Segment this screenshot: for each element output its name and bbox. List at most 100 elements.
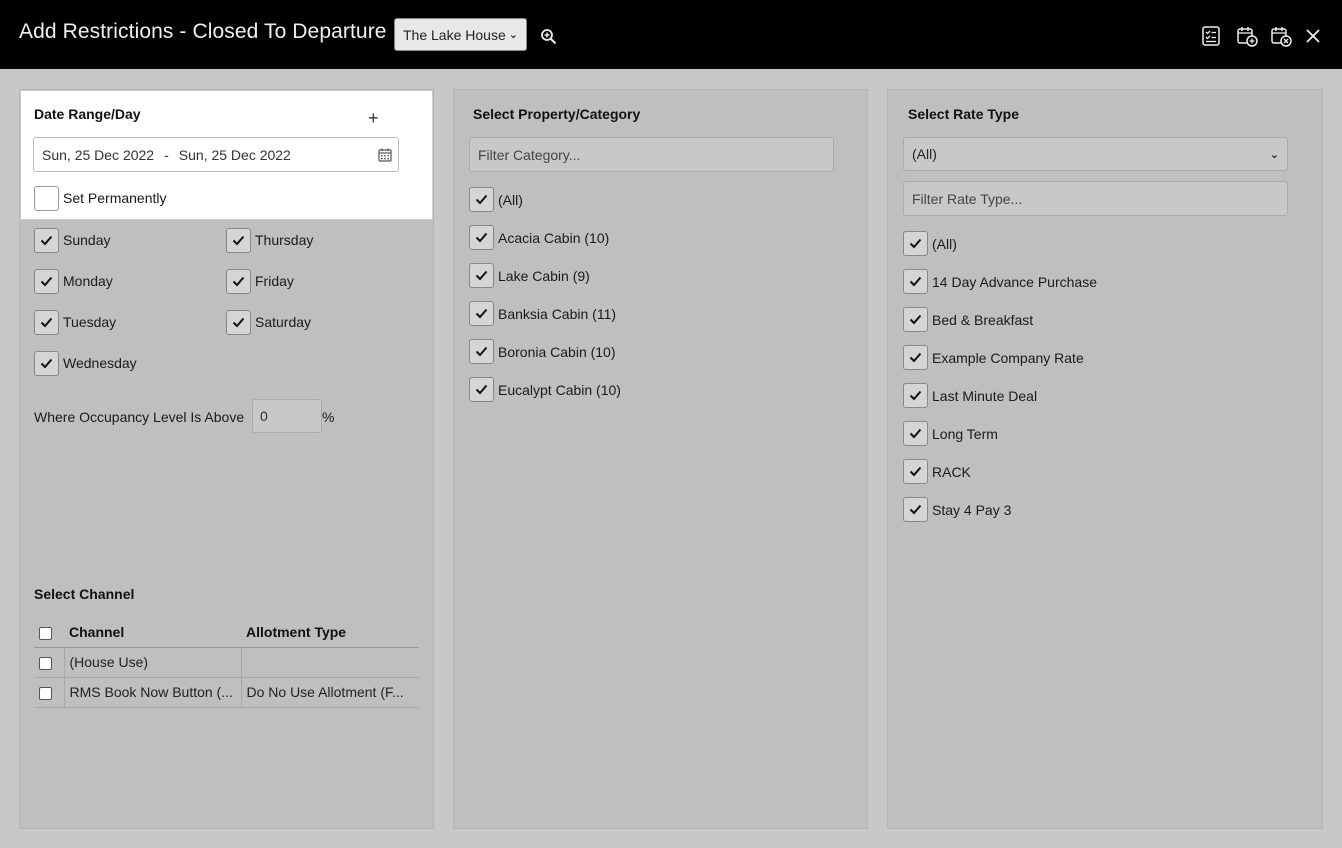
thursday-label: Thursday [255,232,314,248]
date-range-input[interactable]: Sun, 25 Dec 2022 - Sun, 25 Dec 2022 [33,137,399,172]
saturday-checkbox[interactable] [226,310,251,335]
category-label: Acacia Cabin (10) [498,230,610,246]
rate-checkbox[interactable] [903,307,928,332]
category-label: Lake Cabin (9) [498,268,590,284]
check-icon [909,314,922,325]
save-add-icon[interactable] [1236,25,1258,47]
select-all-checkbox[interactable] [39,626,52,640]
category-checkbox[interactable] [469,263,494,288]
rate-checkbox[interactable] [903,497,928,522]
rate-label: Bed & Breakfast [932,312,1034,328]
occupancy-label: Where Occupancy Level Is Above [34,409,245,425]
rate-type-heading: Select Rate Type [908,106,1020,122]
zoom-in-icon[interactable] [540,28,557,45]
rate-type-select[interactable]: (All) ⌄ [903,137,1288,171]
filter-category-input[interactable]: Filter Category... [469,137,834,172]
chevron-down-icon: ⌄ [1269,148,1279,161]
check-icon [909,466,922,477]
rate-checkbox[interactable] [903,269,928,294]
set-permanently-label: Set Permanently [63,190,167,206]
check-icon [475,270,488,281]
check-icon [40,235,53,246]
saturday-label: Saturday [255,314,312,330]
select-channel-heading: Select Channel [34,586,135,602]
rate-type-select-value: (All) [912,146,937,162]
check-icon [909,238,922,249]
check-icon [909,428,922,439]
allotment-cell: Do No Use Allotment (F... [240,677,419,708]
category-label: (All) [498,192,523,208]
save-close-icon[interactable] [1270,25,1292,47]
table-row[interactable]: (House Use) [34,647,419,678]
category-checkbox[interactable] [469,301,494,326]
friday-checkbox[interactable] [226,269,251,294]
category-checkbox[interactable] [469,377,494,402]
category-checkbox[interactable] [469,339,494,364]
check-icon [909,352,922,363]
tuesday-label: Tuesday [63,314,117,330]
check-icon [232,317,245,328]
friday-label: Friday [255,273,294,289]
calendar-icon[interactable] [377,147,393,163]
row-checkbox[interactable] [39,686,52,700]
category-label: Boronia Cabin (10) [498,344,616,360]
date-from: Sun, 25 Dec 2022 [42,146,155,163]
table-header-row: Channel Allotment Type [34,617,419,648]
date-to: Sun, 25 Dec 2022 [178,146,291,163]
checklist-icon[interactable] [1200,25,1222,47]
wednesday-checkbox[interactable] [34,351,59,376]
close-icon[interactable] [1302,25,1324,47]
column-channel[interactable]: Channel [64,617,241,648]
filter-rate-type-input[interactable]: Filter Rate Type... [903,181,1288,216]
category-checkbox[interactable] [469,225,494,250]
check-icon [475,232,488,243]
table-row[interactable]: RMS Book Now Button (... Do No Use Allot… [34,677,419,708]
category-label: Eucalypt Cabin (10) [498,382,621,398]
top-bar: Add Restrictions - Closed To Departure T… [0,0,1342,69]
wednesday-label: Wednesday [63,355,137,371]
check-icon [232,276,245,287]
rate-checkbox[interactable] [903,345,928,370]
rate-label: Stay 4 Pay 3 [932,502,1012,518]
sunday-checkbox[interactable] [34,228,59,253]
row-checkbox[interactable] [39,656,52,670]
rate-checkbox[interactable] [903,421,928,446]
check-icon [475,346,488,357]
occupancy-input[interactable]: 0 [252,399,322,433]
rate-label: Long Term [932,426,998,442]
property-select-value: The Lake House [403,26,506,43]
check-icon [232,235,245,246]
check-icon [40,276,53,287]
check-icon [475,194,488,205]
rate-checkbox[interactable] [903,459,928,484]
page-title: Add Restrictions - Closed To Departure [19,20,387,43]
channel-table: Channel Allotment Type (House Use) RMS B… [34,617,419,708]
rate-checkbox-all[interactable] [903,231,928,256]
allotment-cell [240,647,419,678]
rate-label: Example Company Rate [932,350,1084,366]
column-allotment-type[interactable]: Allotment Type [241,617,419,648]
date-range-heading: Date Range/Day [34,106,141,122]
rate-label: (All) [932,236,957,252]
channel-cell: RMS Book Now Button (... [63,677,241,708]
channel-cell: (House Use) [63,647,241,678]
thursday-checkbox[interactable] [226,228,251,253]
set-permanently-checkbox[interactable] [34,186,59,211]
tuesday-checkbox[interactable] [34,310,59,335]
category-label: Banksia Cabin (11) [498,306,617,322]
occupancy-unit: % [322,409,335,425]
monday-checkbox[interactable] [34,269,59,294]
check-icon [40,317,53,328]
check-icon [909,276,922,287]
rate-checkbox[interactable] [903,383,928,408]
category-checkbox-all[interactable] [469,187,494,212]
category-heading: Select Property/Category [473,106,641,122]
sunday-label: Sunday [63,232,111,248]
select-all-channels[interactable] [34,617,64,648]
rate-label: 14 Day Advance Purchase [932,274,1097,290]
monday-label: Monday [63,273,113,289]
date-separator: - [164,146,169,163]
add-date-range-button[interactable]: + [368,108,379,129]
property-select[interactable]: The Lake House ⌄ [394,18,527,51]
rate-label: Last Minute Deal [932,388,1038,404]
